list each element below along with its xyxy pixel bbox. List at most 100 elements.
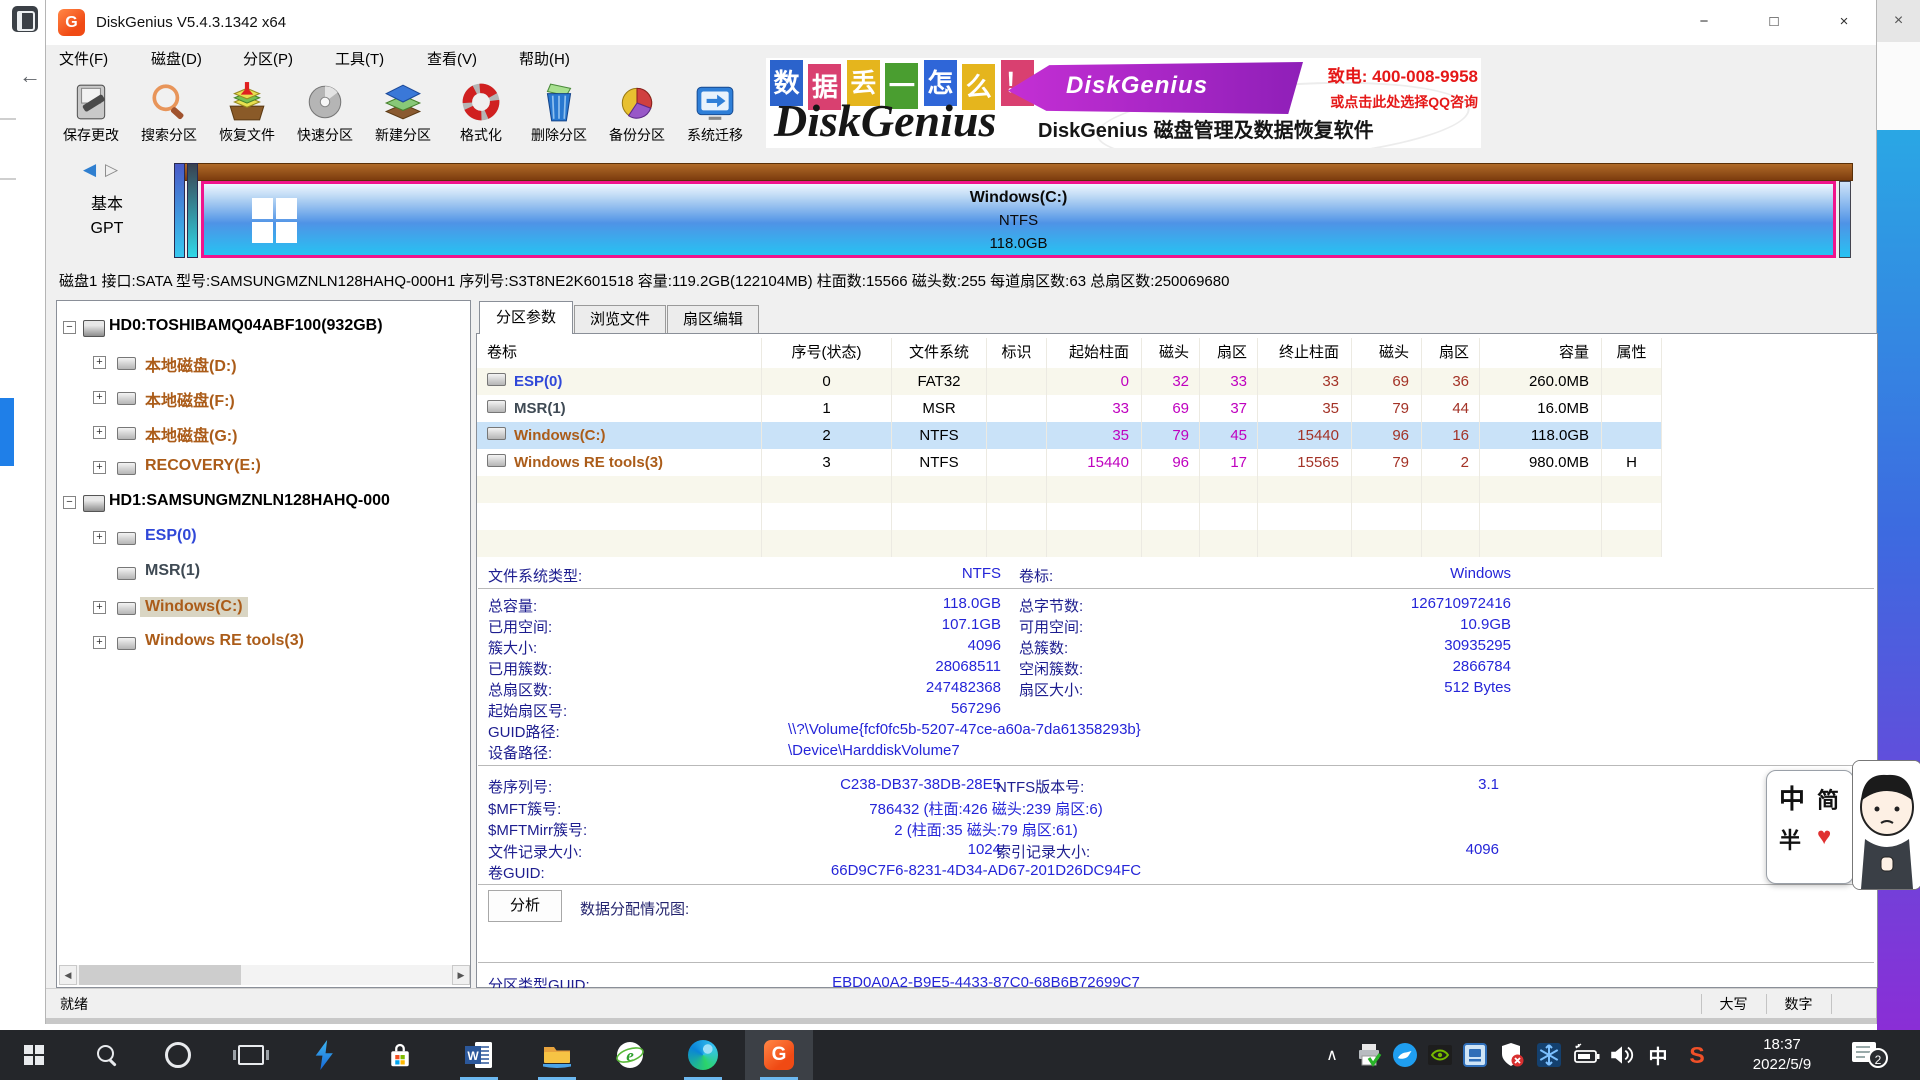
close-button[interactable]: × (1816, 6, 1872, 38)
tray-expand-button[interactable]: ∧ (1315, 1030, 1349, 1080)
tray-tim[interactable] (1388, 1030, 1422, 1080)
menu-partition[interactable]: 分区(P) (237, 45, 299, 75)
scroll-right-icon[interactable]: ▶ (452, 965, 470, 985)
tree-item-local-g[interactable]: + 本地磁盘(G:) (57, 418, 470, 448)
back-arrow-icon[interactable]: ← (16, 62, 44, 90)
save-changes-button[interactable]: 保存更改 (53, 79, 129, 147)
tree-item-windows-re[interactable]: + Windows RE tools(3) (57, 628, 470, 658)
tray-printer[interactable] (1352, 1030, 1386, 1080)
menu-help[interactable]: 帮助(H) (513, 45, 576, 75)
cortana-button[interactable] (144, 1030, 212, 1080)
ime-halfwidth-mode[interactable]: 半 (1779, 823, 1801, 855)
table-row-msr[interactable]: MSR(1)1MSR33693735794416.0MB (477, 395, 1662, 422)
quick-partition-button[interactable]: 快速分区 (287, 79, 363, 147)
windows-c-partition-block[interactable]: Windows(C:) NTFS 118.0GB (201, 181, 1836, 258)
scrollbar-thumb[interactable] (79, 965, 241, 985)
partition-icon (117, 637, 136, 650)
tab-sector-edit[interactable]: 扇区编辑 (667, 305, 759, 333)
tree-item-hd0[interactable]: − HD0:TOSHIBAMQ04ABF100(932GB) (57, 313, 470, 343)
system-migrate-button[interactable]: 系统迁移 (677, 79, 753, 147)
tray-snowflake-app[interactable] (1532, 1030, 1566, 1080)
partition-size: 118.0GB (204, 232, 1833, 255)
tray-ime-mode[interactable]: 中 (1641, 1030, 1675, 1080)
taskbar-app-flash[interactable] (290, 1030, 358, 1080)
tray-intel-graphics[interactable] (1458, 1030, 1492, 1080)
expand-icon[interactable]: + (93, 461, 106, 474)
menu-file[interactable]: 文件(F) (53, 45, 114, 75)
heart-icon[interactable]: ♥ (1817, 823, 1831, 851)
format-button[interactable]: 格式化 (443, 79, 519, 147)
delete-partition-button[interactable]: 删除分区 (521, 79, 597, 147)
taskbar-app-diskgenius-active[interactable]: G (745, 1030, 813, 1080)
tray-volume[interactable] (1605, 1030, 1639, 1080)
expand-icon[interactable]: + (93, 601, 106, 614)
tab-partition-params[interactable]: 分区参数 (479, 301, 573, 334)
tree-horizontal-scrollbar[interactable]: ◀ ▶ (59, 965, 470, 985)
taskbar-app-edge[interactable] (669, 1030, 737, 1080)
task-view-button[interactable] (217, 1030, 285, 1080)
ad-banner[interactable]: 数 据 丢 一 怎 么 ！ DiskGenius 致电: 400-008-995… (766, 58, 1481, 148)
tray-nvidia[interactable] (1423, 1030, 1457, 1080)
esp-partition-block[interactable] (174, 163, 185, 258)
partition-icon (117, 392, 136, 405)
menu-view[interactable]: 查看(V) (421, 45, 483, 75)
tree-item-local-d[interactable]: + 本地磁盘(D:) (57, 348, 470, 378)
backup-partition-button[interactable]: 备份分区 (599, 79, 675, 147)
banner-contact: 致电: 400-008-9958 或点击此处选择QQ咨询 (1286, 62, 1478, 112)
taskbar-app-word[interactable]: W (445, 1030, 513, 1080)
tree-item-esp[interactable]: + ESP(0) (57, 523, 470, 553)
scroll-left-icon[interactable]: ◀ (59, 965, 77, 985)
expand-icon[interactable]: + (93, 356, 106, 369)
expand-icon[interactable]: + (93, 426, 106, 439)
collapse-icon[interactable]: − (63, 496, 76, 509)
disk-strip[interactable] (174, 163, 1853, 181)
minimize-button[interactable]: − (1676, 6, 1732, 38)
new-partition-button[interactable]: 新建分区 (365, 79, 441, 147)
analyze-button[interactable]: 分析 (488, 890, 562, 922)
menu-tools[interactable]: 工具(T) (329, 45, 390, 75)
tray-battery[interactable] (1570, 1030, 1604, 1080)
battery-plug-icon (1572, 1042, 1602, 1068)
divider (478, 588, 1874, 589)
ime-simplified-mode[interactable]: 简 (1817, 783, 1839, 815)
tray-sogou[interactable]: S (1680, 1030, 1714, 1080)
behind-window-close-icon[interactable]: × (1877, 0, 1920, 42)
behind-window-edge (1877, 42, 1920, 130)
menu-disk[interactable]: 磁盘(D) (145, 45, 208, 75)
nav-left-icon[interactable]: ◀ (83, 160, 96, 180)
ime-chinese-mode[interactable]: 中 (1779, 779, 1805, 816)
recover-files-button[interactable]: 恢复文件 (209, 79, 285, 147)
table-row-esp[interactable]: ESP(0)0FAT3203233336936260.0MB (477, 368, 1662, 395)
taskbar-app-browser360[interactable]: e (596, 1030, 664, 1080)
search-partition-button[interactable]: 搜索分区 (131, 79, 207, 147)
printer-icon (1356, 1042, 1382, 1068)
tray-security[interactable] (1495, 1030, 1529, 1080)
table-row-empty (477, 476, 1662, 503)
recovery-partition-block[interactable] (1839, 181, 1851, 258)
taskbar-app-store[interactable] (366, 1030, 434, 1080)
expand-icon[interactable]: + (93, 391, 106, 404)
tree-item-recovery-e[interactable]: + RECOVERY(E:) (57, 453, 470, 483)
ime-status-widget[interactable]: 中 简 半 ♥ (1766, 770, 1854, 884)
collapse-icon[interactable]: − (63, 321, 76, 334)
taskbar-app-explorer[interactable] (523, 1030, 591, 1080)
notification-center-button[interactable]: 2 (1850, 1040, 1890, 1070)
tree-item-hd1[interactable]: − HD1:SAMSUNGMZNLN128HAHQ-000 (57, 488, 470, 518)
file-explorer-icon (541, 1039, 573, 1071)
tree-item-msr[interactable]: MSR(1) (57, 558, 470, 588)
taskbar-search-button[interactable] (73, 1030, 141, 1080)
browser-tab-icon[interactable] (12, 6, 38, 32)
tree-item-windows-c[interactable]: + Windows(C:) (57, 593, 470, 623)
start-button[interactable] (0, 1030, 68, 1080)
expand-icon[interactable]: + (93, 636, 106, 649)
tree-item-local-f[interactable]: + 本地磁盘(F:) (57, 383, 470, 413)
nav-right-icon[interactable]: ▷ (105, 160, 118, 180)
msr-partition-block[interactable] (187, 163, 198, 258)
tab-browse-files[interactable]: 浏览文件 (574, 305, 666, 333)
taskbar-clock[interactable]: 18:37 2022/5/9 (1742, 1035, 1822, 1075)
expand-icon[interactable]: + (93, 531, 106, 544)
table-row-windows-c-selected[interactable]: Windows(C:)2NTFS357945154409616118.0GB (477, 422, 1662, 449)
table-row-windows-re[interactable]: Windows RE tools(3)3NTFS1544096171556579… (477, 449, 1662, 476)
maximize-button[interactable]: □ (1746, 6, 1802, 38)
banner-qq-link[interactable]: 或点击此处选择QQ咨询 (1286, 92, 1478, 112)
